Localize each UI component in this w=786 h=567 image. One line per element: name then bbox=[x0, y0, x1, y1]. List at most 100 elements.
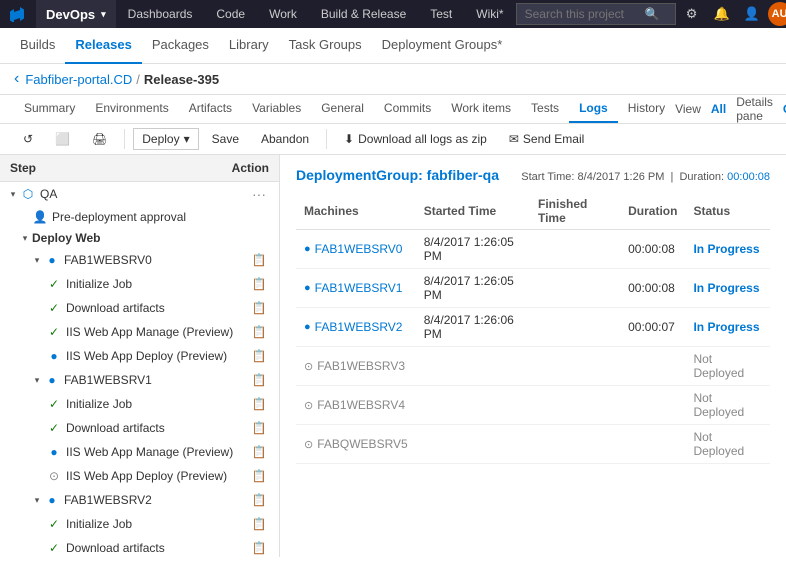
refresh-button[interactable]: ↺ bbox=[14, 128, 42, 150]
tree-item-srv0-init[interactable]: ✓ Initialize Job 📋 bbox=[0, 272, 279, 296]
srv2-download-log-icon[interactable]: 📋 bbox=[247, 539, 271, 557]
dg-name[interactable]: fabfiber-qa bbox=[427, 167, 499, 183]
devops-logo-icon bbox=[10, 6, 26, 22]
machine-cell[interactable]: ● FAB1WEBSRV2 bbox=[296, 308, 416, 347]
back-button[interactable]: ‹ bbox=[14, 70, 19, 88]
srv0-init-status-icon: ✓ bbox=[46, 276, 62, 292]
logo[interactable] bbox=[0, 0, 36, 28]
org-name[interactable]: DevOps ▾ bbox=[36, 0, 116, 28]
table-row: ● FAB1WEBSRV2 8/4/2017 1:26:06 PM 00:00:… bbox=[296, 308, 770, 347]
snapshot-button[interactable]: ⬜ bbox=[46, 128, 79, 150]
avatar[interactable]: AU bbox=[768, 2, 786, 26]
notifications-icon[interactable]: 🔔 bbox=[708, 0, 736, 28]
srv2-log-icon[interactable]: 📋 bbox=[247, 491, 271, 509]
srv0-manage-label: IIS Web App Manage (Preview) bbox=[66, 325, 247, 339]
tree-item-srv2-download[interactable]: ✓ Download artifacts 📋 bbox=[0, 536, 279, 557]
deploy-button[interactable]: Deploy ▾ bbox=[133, 128, 198, 150]
srv0-log-icon[interactable]: 📋 bbox=[247, 251, 271, 269]
tree-item-srv0[interactable]: ▾ ● FAB1WEBSRV0 📋 bbox=[0, 248, 279, 272]
nav-build-release[interactable]: Build & Release bbox=[309, 0, 418, 28]
nav-library[interactable]: Library bbox=[219, 28, 279, 64]
srv1-deploy-log-icon[interactable]: 📋 bbox=[247, 467, 271, 485]
duration-cell: 00:00:08 bbox=[620, 269, 685, 308]
nav-wiki[interactable]: Wiki* bbox=[464, 0, 515, 28]
tab-variables[interactable]: Variables bbox=[242, 95, 311, 123]
tab-history[interactable]: History bbox=[618, 95, 675, 123]
tree-item-srv1-init[interactable]: ✓ Initialize Job 📋 bbox=[0, 392, 279, 416]
tree-item-qa[interactable]: ▾ ⬡ QA ··· bbox=[0, 182, 279, 206]
tree-item-predeployment[interactable]: 👤 Pre-deployment approval bbox=[0, 206, 279, 228]
tab-tests[interactable]: Tests bbox=[521, 95, 569, 123]
save-button[interactable]: Save bbox=[203, 128, 248, 150]
tree-item-srv2[interactable]: ▾ ● FAB1WEBSRV2 📋 bbox=[0, 488, 279, 512]
tab-logs[interactable]: Logs bbox=[569, 95, 618, 123]
tree-item-srv1-manage[interactable]: ● IIS Web App Manage (Preview) 📋 bbox=[0, 440, 279, 464]
machine-cell[interactable]: ⊙ FAB1WEBSRV3 bbox=[296, 347, 416, 386]
search-input[interactable] bbox=[525, 7, 645, 21]
nav-packages[interactable]: Packages bbox=[142, 28, 219, 64]
tab-environments[interactable]: Environments bbox=[85, 95, 178, 123]
srv1-log-icon[interactable]: 📋 bbox=[247, 371, 271, 389]
machine-name[interactable]: FABQWEBSRV5 bbox=[317, 437, 407, 451]
deployment-group-header: DeploymentGroup: fabfiber-qa Start Time:… bbox=[296, 167, 770, 183]
view-label: View bbox=[675, 102, 701, 116]
tab-summary[interactable]: Summary bbox=[14, 95, 85, 123]
nav-dashboards[interactable]: Dashboards bbox=[116, 0, 205, 28]
tree-item-srv2-init[interactable]: ✓ Initialize Job 📋 bbox=[0, 512, 279, 536]
dg-meta: Start Time: 8/4/2017 1:26 PM | Duration:… bbox=[521, 171, 770, 183]
print-button[interactable]: 🖨 bbox=[83, 128, 116, 150]
tree-item-srv1-deploy[interactable]: ⊙ IIS Web App Deploy (Preview) 📋 bbox=[0, 464, 279, 488]
tree-item-srv1-download[interactable]: ✓ Download artifacts 📋 bbox=[0, 416, 279, 440]
view-all-link[interactable]: All bbox=[711, 102, 726, 116]
tab-artifacts[interactable]: Artifacts bbox=[179, 95, 242, 123]
tab-general[interactable]: General bbox=[311, 95, 374, 123]
srv1-download-log-icon[interactable]: 📋 bbox=[247, 419, 271, 437]
deployweb-label: Deploy Web bbox=[32, 231, 271, 245]
toolbar: ↺ ⬜ 🖨 Deploy ▾ Save Abandon ⬇ Download a… bbox=[0, 124, 786, 155]
machine-cell[interactable]: ⊙ FABQWEBSRV5 bbox=[296, 425, 416, 464]
srv1-init-log-icon[interactable]: 📋 bbox=[247, 395, 271, 413]
tree-item-srv0-download[interactable]: ✓ Download artifacts 📋 bbox=[0, 296, 279, 320]
approval-icon: 👤 bbox=[32, 209, 48, 225]
nav-test[interactable]: Test bbox=[418, 0, 464, 28]
download-logs-button[interactable]: ⬇ Download all logs as zip bbox=[335, 128, 496, 150]
machine-name[interactable]: FAB1WEBSRV3 bbox=[317, 359, 405, 373]
srv1-manage-log-icon[interactable]: 📋 bbox=[247, 443, 271, 461]
srv0-download-log-icon[interactable]: 📋 bbox=[247, 299, 271, 317]
email-label: Send Email bbox=[523, 132, 584, 146]
user-icon[interactable]: 👤 bbox=[738, 0, 766, 28]
tabs-right-controls: View All Details pane On bbox=[675, 95, 786, 123]
machine-name[interactable]: FAB1WEBSRV4 bbox=[317, 398, 405, 412]
srv0-deploy-log-icon[interactable]: 📋 bbox=[247, 347, 271, 365]
tree-item-deployweb[interactable]: ▾ Deploy Web bbox=[0, 228, 279, 248]
qa-action-icon[interactable]: ··· bbox=[247, 185, 271, 203]
machine-cell[interactable]: ● FAB1WEBSRV0 bbox=[296, 230, 416, 269]
machine-cell[interactable]: ● FAB1WEBSRV1 bbox=[296, 269, 416, 308]
nav-code[interactable]: Code bbox=[204, 0, 257, 28]
machine-cell[interactable]: ⊙ FAB1WEBSRV4 bbox=[296, 386, 416, 425]
expand-srv0-icon: ▾ bbox=[30, 253, 44, 267]
nav-releases[interactable]: Releases bbox=[65, 28, 141, 64]
settings-icon[interactable]: ⚙ bbox=[678, 0, 706, 28]
abandon-button[interactable]: Abandon bbox=[252, 128, 318, 150]
tree-item-srv1[interactable]: ▾ ● FAB1WEBSRV1 📋 bbox=[0, 368, 279, 392]
pipeline-link[interactable]: Fabfiber-portal.CD bbox=[25, 72, 132, 87]
tab-commits[interactable]: Commits bbox=[374, 95, 441, 123]
srv0-init-log-icon[interactable]: 📋 bbox=[247, 275, 271, 293]
nav-builds[interactable]: Builds bbox=[10, 28, 65, 64]
tree-item-srv0-deploy[interactable]: ● IIS Web App Deploy (Preview) 📋 bbox=[0, 344, 279, 368]
search-box[interactable]: 🔍 bbox=[516, 3, 676, 25]
machine-name[interactable]: FAB1WEBSRV2 bbox=[315, 320, 403, 334]
srv0-manage-log-icon[interactable]: 📋 bbox=[247, 323, 271, 341]
nav-work[interactable]: Work bbox=[257, 0, 309, 28]
send-email-button[interactable]: ✉ Send Email bbox=[500, 128, 593, 150]
nav-deployment-groups[interactable]: Deployment Groups* bbox=[372, 28, 513, 64]
machine-name[interactable]: FAB1WEBSRV1 bbox=[315, 281, 403, 295]
nav-task-groups[interactable]: Task Groups bbox=[279, 28, 372, 64]
tab-work-items[interactable]: Work items bbox=[441, 95, 521, 123]
srv2-init-log-icon[interactable]: 📋 bbox=[247, 515, 271, 533]
org-chevron-icon: ▾ bbox=[101, 9, 106, 20]
machine-name[interactable]: FAB1WEBSRV0 bbox=[315, 242, 403, 256]
machine-status-icon: ⊙ bbox=[304, 438, 313, 451]
tree-item-srv0-manage[interactable]: ✓ IIS Web App Manage (Preview) 📋 bbox=[0, 320, 279, 344]
